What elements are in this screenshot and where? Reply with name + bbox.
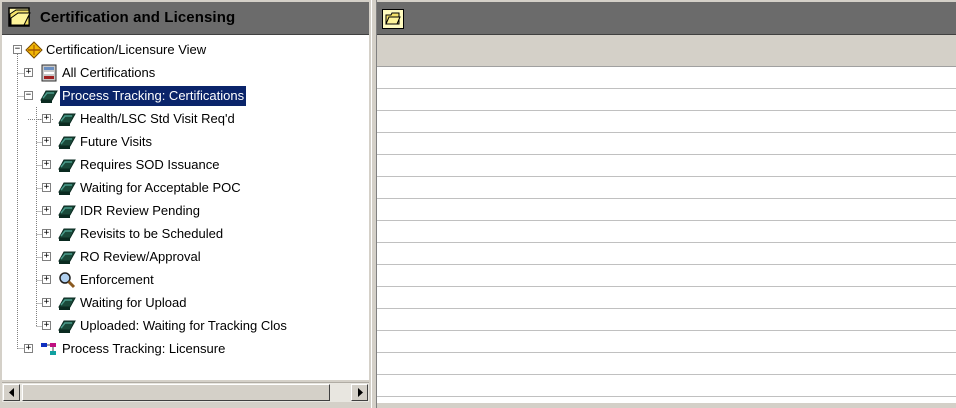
tree-node-label: Enforcement	[80, 272, 154, 287]
tree-node-requires-sod-issuance[interactable]: + Requires SOD Issuance	[2, 155, 369, 175]
tracking-ribbon-icon	[58, 251, 76, 264]
tree-node-waiting-for-upload[interactable]: + Waiting for Upload	[2, 293, 369, 313]
grid-row[interactable]	[377, 177, 956, 199]
tree-node-label: Process Tracking: Licensure	[62, 341, 226, 356]
tree-node-label: RO Review/Approval	[80, 249, 201, 264]
form-document-icon	[41, 64, 57, 82]
tree-node-label: IDR Review Pending	[80, 203, 200, 218]
tracking-ribbon-icon	[58, 136, 76, 149]
left-pane: Certification and Licensing − Certificat…	[0, 0, 371, 408]
expand-toggle[interactable]: +	[42, 252, 51, 261]
data-grid[interactable]	[377, 67, 956, 403]
tree-node-label: Certification/Licensure View	[46, 42, 207, 57]
tree-node-label: Health/LSC Std Visit Req'd	[80, 111, 235, 126]
expand-toggle[interactable]: +	[24, 68, 33, 77]
open-folder-icon	[8, 7, 31, 27]
expand-toggle[interactable]: +	[42, 229, 51, 238]
tree-node-all-certifications[interactable]: + All Certifications	[2, 63, 369, 83]
tree-node-label: All Certifications	[62, 65, 156, 80]
tracking-ribbon-icon	[40, 90, 58, 103]
grid-row[interactable]	[377, 243, 956, 265]
open-folder-icon	[385, 12, 401, 25]
horizontal-scrollbar[interactable]	[2, 382, 369, 402]
grid-row[interactable]	[377, 287, 956, 309]
expand-toggle[interactable]: +	[42, 298, 51, 307]
grid-row[interactable]	[377, 67, 956, 89]
tree-view[interactable]: − Certification/Licensure View + All Cer…	[2, 35, 369, 380]
expand-toggle[interactable]: +	[42, 321, 51, 330]
diamond-leaf-icon	[25, 41, 43, 59]
open-folder-button[interactable]	[382, 9, 404, 29]
tracking-ribbon-icon	[58, 297, 76, 310]
expand-toggle[interactable]: +	[42, 183, 51, 192]
grid-row[interactable]	[377, 265, 956, 287]
grid-row[interactable]	[377, 111, 956, 133]
grid-row[interactable]	[377, 89, 956, 111]
right-toolbar	[377, 2, 956, 35]
collapse-toggle[interactable]: −	[24, 91, 33, 100]
grid-row[interactable]	[377, 133, 956, 155]
tree-node-future-visits[interactable]: + Future Visits	[2, 132, 369, 152]
collapse-toggle[interactable]: −	[13, 45, 22, 54]
pane-title: Certification and Licensing	[40, 9, 236, 26]
tree-node-enforcement[interactable]: + Enforcement	[2, 270, 369, 290]
scroll-left-button[interactable]	[3, 384, 20, 401]
tracking-ribbon-icon	[58, 205, 76, 218]
tree-node-idr-review-pending[interactable]: + IDR Review Pending	[2, 201, 369, 221]
tree-node-uploaded-waiting-tracking[interactable]: + Uploaded: Waiting for Tracking Clos	[2, 316, 369, 336]
magnifier-icon	[59, 272, 76, 289]
grid-row[interactable]	[377, 375, 956, 397]
expand-toggle[interactable]: +	[42, 160, 51, 169]
expand-toggle[interactable]: +	[42, 206, 51, 215]
tree-node-process-tracking-certifications[interactable]: − Process Tracking: Certifications	[2, 85, 369, 107]
expand-toggle[interactable]: +	[42, 137, 51, 146]
arrow-right-icon	[358, 388, 363, 397]
tracking-ribbon-icon	[58, 320, 76, 333]
grid-header	[377, 35, 956, 67]
tree-node-process-tracking-licensure[interactable]: + Process Tracking: Licensure	[2, 339, 369, 359]
tracking-ribbon-icon	[58, 228, 76, 241]
org-chart-icon	[41, 343, 56, 355]
tracking-ribbon-icon	[58, 113, 76, 126]
tree-node-ro-review-approval[interactable]: + RO Review/Approval	[2, 247, 369, 267]
scroll-right-button[interactable]	[351, 384, 368, 401]
tracking-ribbon-icon	[58, 182, 76, 195]
pane-header: Certification and Licensing	[2, 2, 369, 35]
tree-node-label: Uploaded: Waiting for Tracking Clos	[80, 318, 287, 333]
tree-node-label: Waiting for Upload	[80, 295, 187, 310]
expand-toggle[interactable]: +	[42, 275, 51, 284]
tree-node-health-lsc-std-visit[interactable]: + Health/LSC Std Visit Req'd	[2, 109, 369, 129]
expand-toggle[interactable]: +	[42, 114, 51, 123]
tree-node-label: Requires SOD Issuance	[80, 157, 220, 172]
grid-row[interactable]	[377, 331, 956, 353]
tree-node-waiting-acceptable-poc[interactable]: + Waiting for Acceptable POC	[2, 178, 369, 198]
right-pane	[377, 0, 956, 408]
arrow-left-icon	[9, 388, 14, 397]
tree-node-label: Revisits to be Scheduled	[80, 226, 224, 241]
tracking-ribbon-icon	[58, 159, 76, 172]
tree-node-label: Future Visits	[80, 134, 153, 149]
tree-node-revisits-to-be-scheduled[interactable]: + Revisits to be Scheduled	[2, 224, 369, 244]
grid-row[interactable]	[377, 155, 956, 177]
tree-node-label: Waiting for Acceptable POC	[80, 180, 241, 195]
tree-node-label: Process Tracking: Certifications	[58, 85, 248, 107]
grid-row[interactable]	[377, 309, 956, 331]
grid-row[interactable]	[377, 353, 956, 375]
scroll-thumb[interactable]	[22, 384, 330, 401]
grid-row[interactable]	[377, 221, 956, 243]
expand-toggle[interactable]: +	[24, 344, 33, 353]
grid-row[interactable]	[377, 199, 956, 221]
tree-node-root[interactable]: − Certification/Licensure View	[2, 40, 369, 60]
